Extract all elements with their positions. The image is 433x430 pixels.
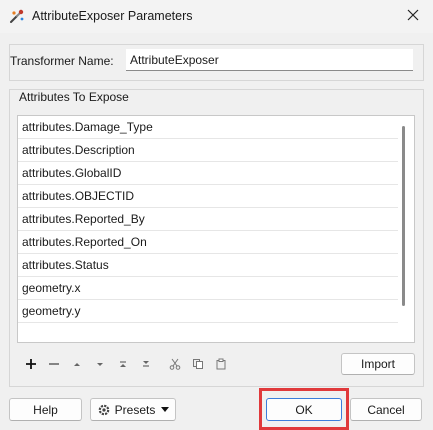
move-up-icon[interactable] (68, 355, 86, 373)
gear-icon (97, 403, 111, 417)
presets-label: Presets (114, 402, 156, 417)
list-item[interactable]: attributes.Description (22, 139, 135, 161)
cancel-button[interactable]: Cancel (350, 398, 422, 421)
paste-icon[interactable] (212, 355, 230, 373)
list-scrollbar[interactable] (402, 126, 405, 306)
list-divider (18, 322, 398, 323)
list-item[interactable]: attributes.Reported_On (22, 231, 147, 253)
close-icon (407, 9, 419, 24)
dialog-content: Transformer Name: Attributes To Expose a… (0, 33, 433, 430)
list-item[interactable]: attributes.Status (22, 254, 109, 276)
help-button[interactable]: Help (9, 398, 82, 421)
transformer-name-label: Transformer Name: (10, 54, 114, 68)
window-title: AttributeExposer Parameters (32, 9, 193, 23)
ok-button[interactable]: OK (266, 398, 342, 421)
list-item[interactable]: geometry.x (22, 277, 80, 299)
move-top-icon[interactable] (114, 355, 132, 373)
list-item[interactable]: attributes.OBJECTID (22, 185, 134, 207)
list-item[interactable]: attributes.Damage_Type (22, 116, 153, 138)
list-item[interactable]: attributes.Reported_By (22, 208, 145, 230)
attributes-list[interactable]: attributes.Damage_Type attributes.Descri… (17, 115, 415, 343)
transformer-name-input[interactable] (126, 49, 413, 71)
title-bar: AttributeExposer Parameters (0, 0, 433, 33)
plus-icon[interactable] (22, 355, 40, 373)
import-button[interactable]: Import (341, 353, 415, 375)
move-bottom-icon[interactable] (137, 355, 155, 373)
minus-icon[interactable] (45, 355, 63, 373)
chevron-down-icon (161, 406, 170, 413)
list-item[interactable]: geometry.y (22, 300, 80, 322)
move-down-icon[interactable] (91, 355, 109, 373)
list-item[interactable]: attributes.GlobalID (22, 162, 121, 184)
attributes-group-label: Attributes To Expose (18, 90, 130, 104)
cut-icon[interactable] (166, 355, 184, 373)
close-button[interactable] (393, 0, 433, 33)
fme-transformer-icon (8, 8, 26, 26)
presets-button[interactable]: Presets (90, 398, 176, 421)
copy-icon[interactable] (189, 355, 207, 373)
